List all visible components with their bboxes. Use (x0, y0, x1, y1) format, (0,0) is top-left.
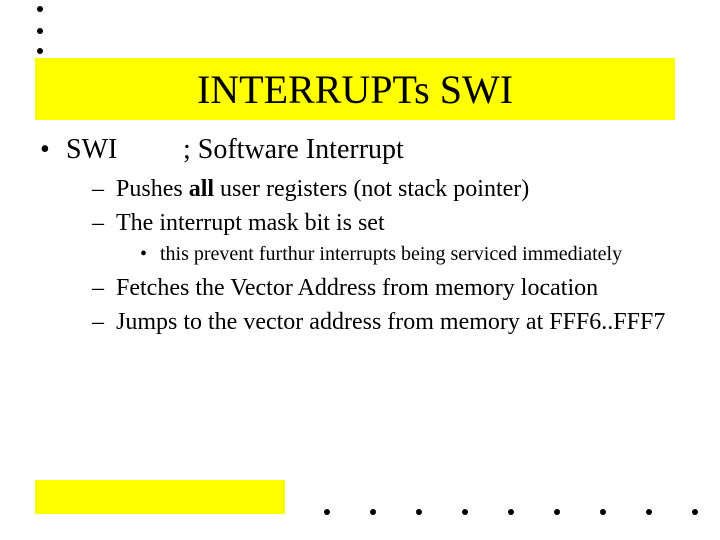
decorative-dot (462, 509, 468, 515)
list-item: – Fetches the Vector Address from memory… (92, 273, 690, 303)
decorative-dot (37, 6, 43, 12)
dash-icon: – (92, 174, 116, 204)
lvl2-text: Fetches the Vector Address from memory l… (116, 273, 598, 303)
dash-icon: – (92, 307, 116, 337)
decorative-dot (554, 509, 560, 515)
decorative-dot (416, 509, 422, 515)
lvl2-text: Pushes all user registers (not stack poi… (116, 174, 529, 204)
lvl1-label: SWI (66, 134, 176, 166)
lvl1-text: SWI ; Software Interrupt (66, 134, 404, 166)
lvl2-text: Jumps to the vector address from memory … (116, 307, 665, 337)
bullet-icon: • (140, 242, 160, 267)
decorative-dot (692, 509, 698, 515)
bullet-icon: • (40, 134, 66, 166)
slide-title: INTERRUPTs SWI (197, 66, 513, 113)
decorative-dot (37, 48, 43, 54)
lvl3-text: this prevent furthur interrupts being se… (160, 242, 622, 267)
lvl1-comment: ; Software Interrupt (183, 134, 404, 165)
dash-icon: – (92, 273, 116, 303)
lvl2-a-post: user registers (not stack pointer) (214, 176, 529, 202)
decorative-dot (324, 509, 330, 515)
lvl2-a-pre: Pushes (116, 176, 189, 202)
decorative-dot (646, 509, 652, 515)
title-band: INTERRUPTs SWI (35, 58, 675, 120)
lvl2-text: The interrupt mask bit is set (116, 208, 385, 238)
list-item: – The interrupt mask bit is set (92, 208, 690, 238)
list-item: • this prevent furthur interrupts being … (140, 242, 690, 267)
footer-band (35, 480, 285, 514)
lvl2-a-bold: all (189, 176, 214, 202)
list-item: • SWI ; Software Interrupt (40, 134, 690, 166)
decorative-dot (600, 509, 606, 515)
list-item: – Jumps to the vector address from memor… (92, 307, 690, 337)
decorative-dot (370, 509, 376, 515)
dash-icon: – (92, 208, 116, 238)
slide-body: • SWI ; Software Interrupt – Pushes all … (40, 134, 690, 341)
list-item: – Pushes all user registers (not stack p… (92, 174, 690, 204)
decorative-dot (37, 28, 43, 34)
decorative-dot (508, 509, 514, 515)
